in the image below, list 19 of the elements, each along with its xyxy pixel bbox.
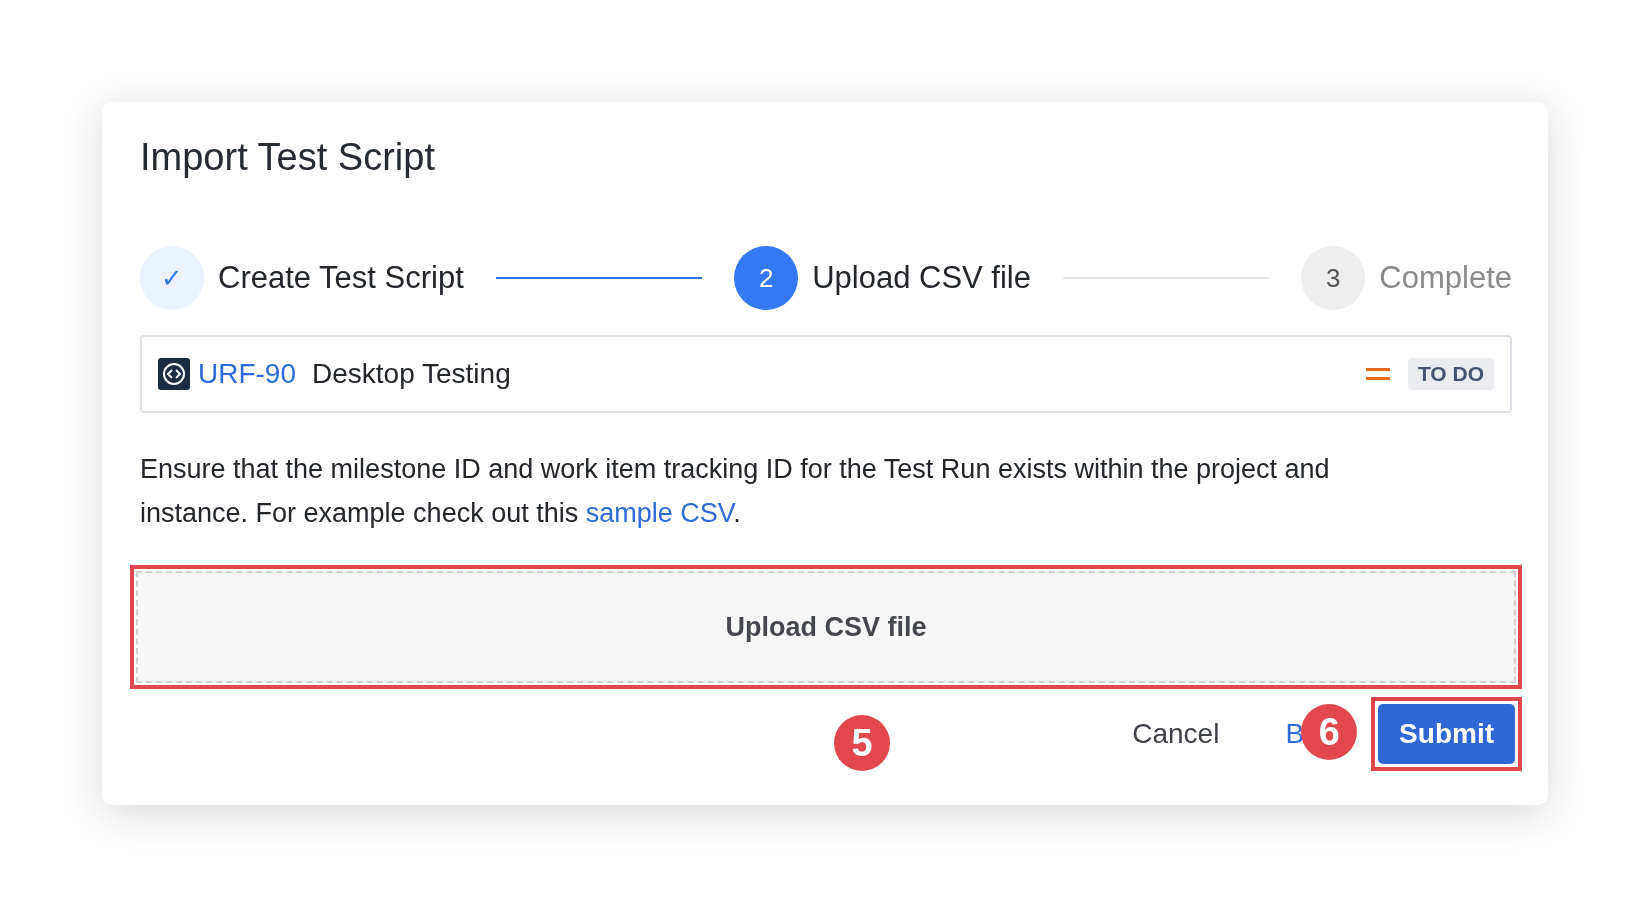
cancel-button[interactable]: Cancel [1116,708,1236,760]
dialog-title: Import Test Script [140,136,435,179]
callout-badge: 5 [834,715,890,771]
issue-key-link[interactable]: URF-90 [198,358,296,390]
step-label: Upload CSV file [812,260,1031,296]
submit-button[interactable]: Submit [1378,704,1515,764]
upload-dropzone[interactable]: Upload CSV file [136,571,1516,683]
status-lozenge: TO DO [1407,358,1494,390]
step-label: Complete [1379,260,1512,296]
issue-type-icon [158,358,190,390]
priority-icon [1365,367,1390,381]
step-marker: 3 [1301,246,1366,310]
callout-badge: 6 [1301,704,1358,760]
step-label: Create Test Script [218,260,464,296]
step-marker: ✓ [140,246,204,310]
issue-summary: Desktop Testing [312,358,512,390]
sample-csv-link[interactable]: sample CSV [585,498,734,528]
description-text: Ensure that the milestone ID and work item tracking ID for the Test Run exists within the project and instance. For example check out this sample CSV. [140,453,1331,530]
step-marker: 2 [734,246,799,310]
